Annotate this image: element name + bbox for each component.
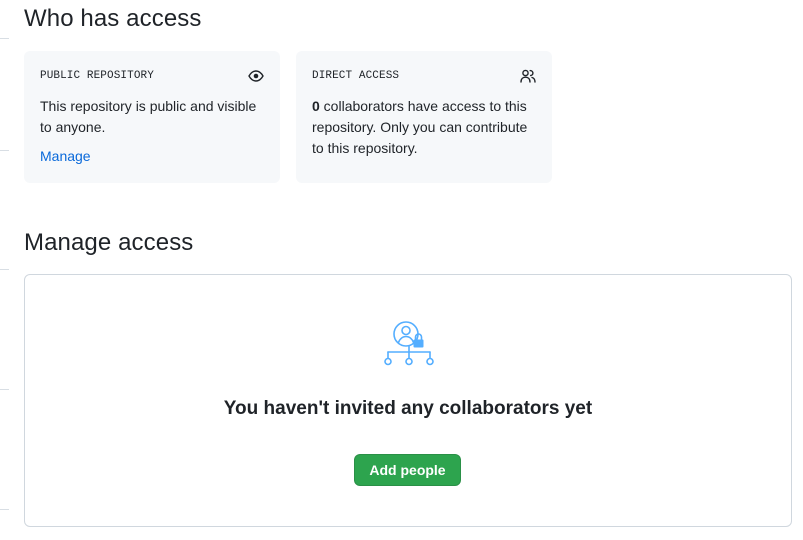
collaborators-lock-icon — [384, 321, 434, 366]
public-repository-card: PUBLIC REPOSITORY This repository is pub… — [24, 51, 280, 183]
card-header: DIRECT ACCESS — [312, 68, 536, 84]
sidebar-edge-divider — [0, 150, 9, 151]
direct-access-text: collaborators have access to this reposi… — [312, 98, 528, 156]
manage-visibility-link[interactable]: Manage — [40, 148, 91, 164]
eye-icon — [248, 70, 264, 82]
sidebar-edge-divider — [0, 38, 9, 39]
direct-access-label: DIRECT ACCESS — [312, 70, 400, 82]
who-has-access-heading: Who has access — [24, 5, 202, 32]
empty-state-message: You haven't invited any collaborators ye… — [223, 398, 593, 419]
sidebar-edge-divider — [0, 269, 9, 270]
manage-access-box: You haven't invited any collaborators ye… — [24, 274, 792, 527]
public-repository-label: PUBLIC REPOSITORY — [40, 70, 154, 82]
public-repository-description: This repository is public and visible to… — [40, 98, 257, 135]
sidebar-edge-divider — [0, 389, 9, 390]
direct-access-card: DIRECT ACCESS 0 collaborators have acces… — [296, 51, 552, 183]
sidebar-edge-divider — [0, 509, 9, 510]
people-icon — [520, 69, 536, 83]
manage-access-heading: Manage access — [24, 229, 194, 256]
access-settings-page: Who has access PUBLIC REPOSITORY This re… — [0, 0, 803, 540]
direct-access-description: 0 collaborators have access to this repo… — [312, 96, 538, 159]
collaborator-count: 0 — [312, 98, 320, 114]
add-people-button[interactable]: Add people — [354, 454, 461, 486]
card-header: PUBLIC REPOSITORY — [40, 68, 264, 84]
